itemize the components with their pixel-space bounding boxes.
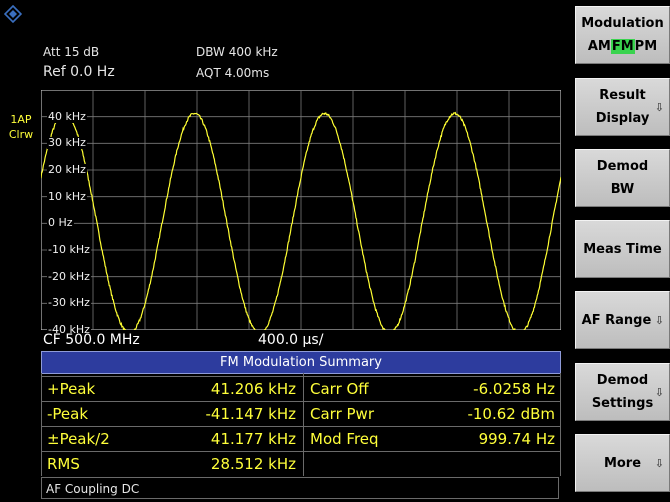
y-tick-label: -10 kHz xyxy=(47,243,91,256)
y-tick-label: 10 kHz xyxy=(47,189,87,203)
time-per-division-label: 400.0 µs/ xyxy=(258,332,324,348)
summary-column-divider xyxy=(303,373,304,476)
summary-label: Carr Pwr xyxy=(310,405,374,423)
mode-label: Clrw xyxy=(8,128,34,141)
fm-trace-plot xyxy=(41,90,561,330)
summary-value: 41.206 kHz xyxy=(210,380,296,398)
softkey-label: BW xyxy=(610,182,635,197)
more-softkey[interactable]: More ⇩ xyxy=(575,434,670,492)
pm-option: PM xyxy=(634,39,658,54)
y-tick-label: 30 kHz xyxy=(47,136,87,150)
summary-row: +Peak 41.206 kHz Carr Off -6.0258 Hz xyxy=(41,376,561,401)
summary-label: Mod Freq xyxy=(310,430,379,448)
summary-value: -41.147 kHz xyxy=(205,405,296,423)
meas-time-softkey[interactable]: Meas Time xyxy=(575,220,670,278)
summary-row: ±Peak/2 41.177 kHz Mod Freq 999.74 Hz xyxy=(41,426,561,451)
rohde-schwarz-logo-icon xyxy=(3,4,23,24)
modulation-softkey[interactable]: Modulation AMFMPM xyxy=(575,6,670,64)
trace-label: 1AP xyxy=(10,113,32,126)
y-tick-label: 0 Hz xyxy=(47,216,74,230)
summary-label: RMS xyxy=(47,455,80,473)
center-frequency-label: CF 500.0 MHz xyxy=(43,332,140,348)
submenu-arrow-icon: ⇩ xyxy=(654,314,664,327)
softkey-label: Meas Time xyxy=(583,242,662,257)
summary-left-border xyxy=(41,373,42,476)
summary-right-border xyxy=(560,373,561,476)
dbw-label: DBW 400 kHz xyxy=(196,45,278,59)
submenu-arrow-icon: ⇩ xyxy=(654,101,664,114)
summary-label: +Peak xyxy=(47,380,96,398)
fm-option-active: FM xyxy=(610,39,635,54)
summary-value: 28.512 kHz xyxy=(210,455,296,473)
y-tick-label: -30 kHz xyxy=(47,296,91,310)
result-display-softkey[interactable]: Result Display ⇩ xyxy=(575,78,670,136)
summary-label: Carr Off xyxy=(310,380,369,398)
summary-title: FM Modulation Summary xyxy=(41,351,561,374)
softkey-label: Demod xyxy=(596,159,649,174)
modulation-type-selector: AMFMPM xyxy=(576,38,669,56)
softkey-label: Modulation xyxy=(581,16,664,31)
summary-label: -Peak xyxy=(47,405,89,423)
aqt-label: AQT 4.00ms xyxy=(196,66,270,80)
fm-modulation-summary: FM Modulation Summary +Peak 41.206 kHz C… xyxy=(41,351,561,501)
summary-value: 41.177 kHz xyxy=(210,430,296,448)
y-tick-label: -20 kHz xyxy=(47,269,91,283)
summary-value: 999.74 Hz xyxy=(478,430,555,448)
demod-bw-softkey[interactable]: Demod BW xyxy=(575,149,670,207)
am-option: AM xyxy=(587,39,611,54)
y-tick-label: 20 kHz xyxy=(47,163,87,176)
af-coupling-status: AF Coupling DC xyxy=(41,477,559,499)
submenu-arrow-icon: ⇩ xyxy=(654,457,664,470)
summary-value: -6.0258 Hz xyxy=(473,380,555,398)
summary-label: ±Peak/2 xyxy=(47,430,110,448)
af-range-softkey[interactable]: AF Range ⇩ xyxy=(575,291,670,349)
demod-settings-softkey[interactable]: Demod Settings ⇩ xyxy=(575,363,670,421)
summary-row: RMS 28.512 kHz xyxy=(41,451,561,476)
y-tick-label: 40 kHz xyxy=(47,109,87,123)
ref-label: Ref 0.0 Hz xyxy=(43,64,115,80)
trace-mode-labels: 1AP Clrw xyxy=(4,112,38,142)
summary-value: -10.62 dBm xyxy=(467,405,555,423)
submenu-arrow-icon: ⇩ xyxy=(654,386,664,399)
att-label: Att 15 dB xyxy=(43,45,100,59)
summary-row: -Peak -41.147 kHz Carr Pwr -10.62 dBm xyxy=(41,401,561,426)
